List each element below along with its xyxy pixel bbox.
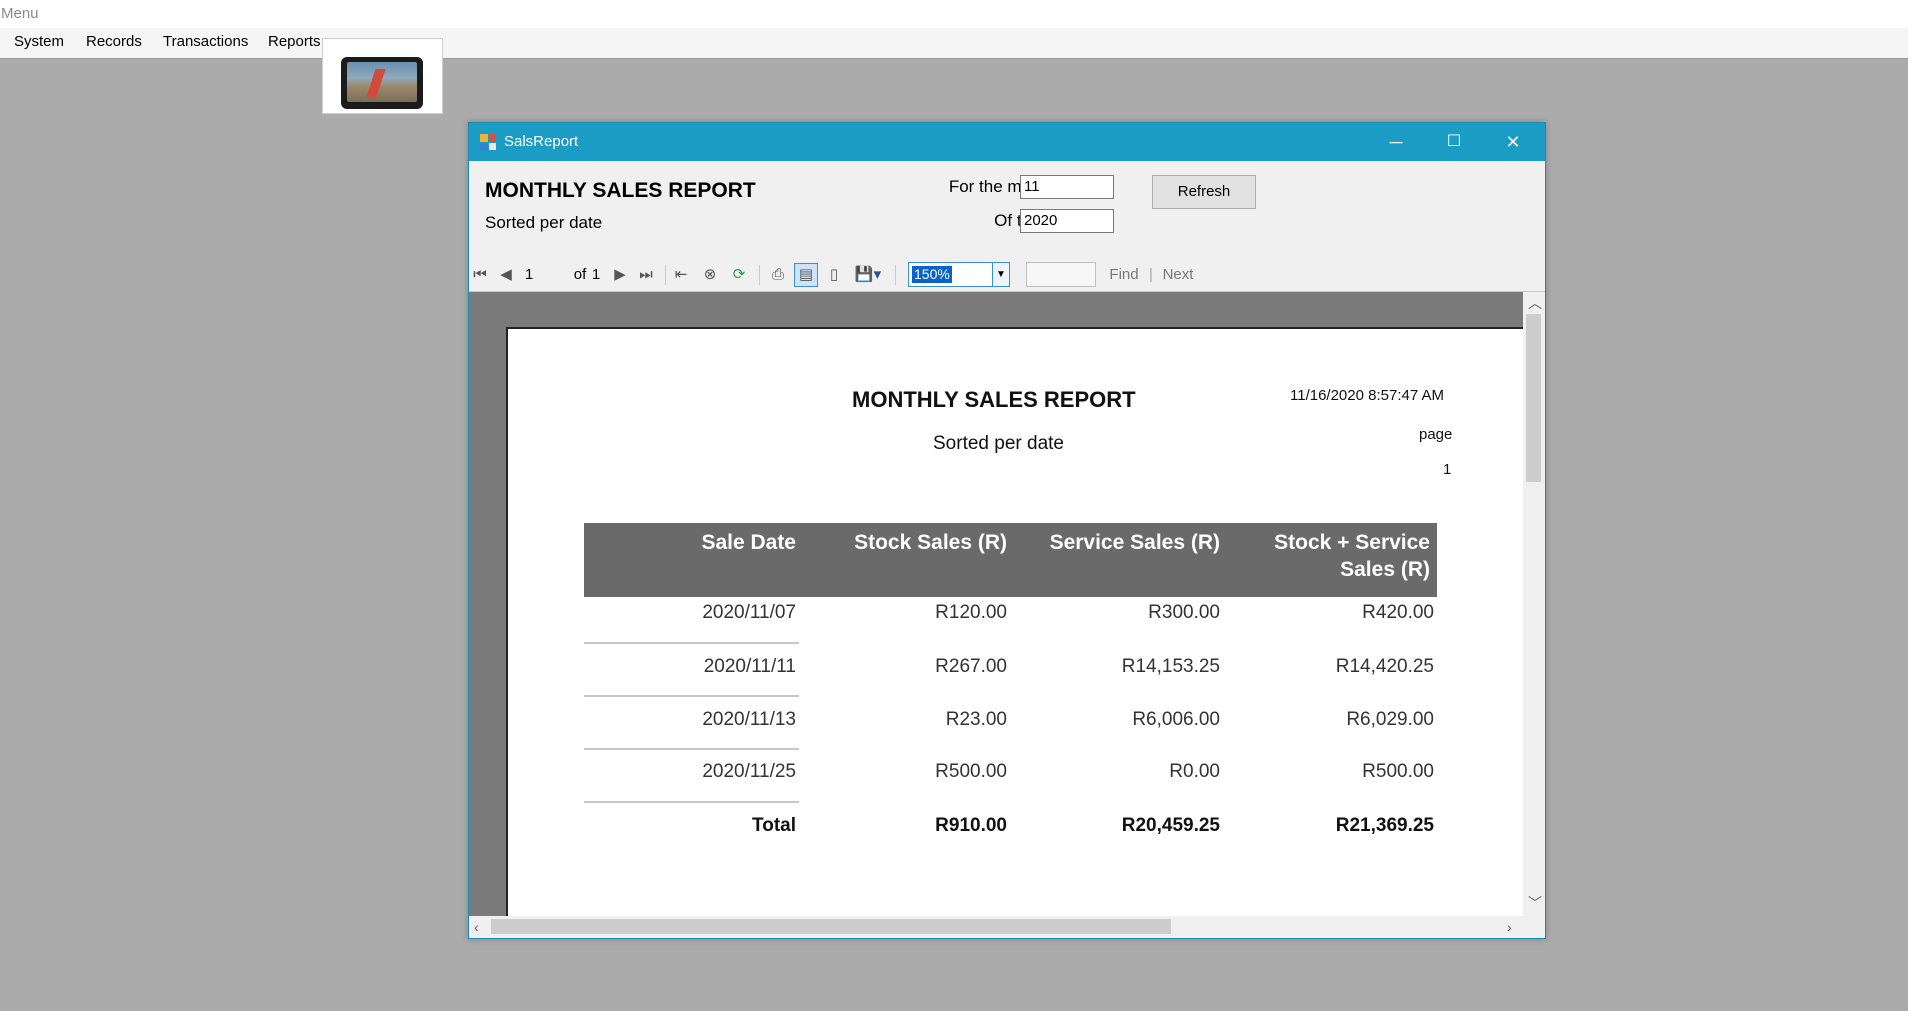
print-icon[interactable]: ⎙ xyxy=(767,263,789,287)
table-cell: 2020/11/25 xyxy=(702,761,796,782)
column-header-stock-sales: Stock Sales (R) xyxy=(854,531,1007,554)
panel-title: MONTHLY SALES REPORT xyxy=(485,179,756,202)
total-service-sales: R20,459.25 xyxy=(1121,815,1220,836)
gps-screen xyxy=(347,62,417,102)
table-cell: R500.00 xyxy=(1362,761,1434,782)
menu-bar: System Records Transactions Reports Navi… xyxy=(0,28,1908,59)
table-cell: R6,006.00 xyxy=(1132,709,1220,730)
panel-subtitle: Sorted per date xyxy=(485,213,603,232)
vertical-scroll-thumb[interactable] xyxy=(1526,314,1541,482)
refresh-button[interactable]: Refresh xyxy=(1152,175,1256,209)
refresh-icon[interactable]: ⟳ xyxy=(729,263,749,287)
zoom-value: 150% xyxy=(912,266,952,283)
page-number-input[interactable]: 1 xyxy=(525,263,555,287)
previous-page-icon[interactable]: ◀ xyxy=(499,263,513,287)
horizontal-scroll-thumb[interactable] xyxy=(491,919,1171,934)
vertical-scrollbar[interactable]: ︿ ﹀ xyxy=(1523,292,1544,916)
column-header-total-sales-line2: Sales (R) xyxy=(1340,558,1430,581)
app-title: Menu xyxy=(1,5,39,22)
report-parameters-panel: MONTHLY SALES REPORT Sorted per date For… xyxy=(469,161,1545,260)
next-page-icon[interactable]: ▶ xyxy=(613,263,627,287)
print-layout-icon[interactable]: ▤ xyxy=(794,263,818,287)
find-input[interactable] xyxy=(1026,262,1096,287)
find-button[interactable]: Find xyxy=(1107,263,1141,287)
column-header-sale-date: Sale Date xyxy=(701,531,796,554)
first-page-icon[interactable]: ⏮ xyxy=(473,263,487,287)
zoom-select[interactable]: 150% ▼ xyxy=(908,262,1010,287)
window-title-bar[interactable]: SalsReport ─ ☐ ✕ xyxy=(469,123,1545,161)
stop-icon[interactable]: ⊗ xyxy=(701,263,719,287)
page-setup-icon[interactable]: ▯ xyxy=(823,263,845,287)
chevron-down-icon[interactable]: ▼ xyxy=(992,263,1009,286)
toolbar-separator xyxy=(895,265,896,285)
last-page-icon[interactable]: ⏭ xyxy=(639,263,653,287)
table-cell: R6,029.00 xyxy=(1346,709,1434,730)
row-divider xyxy=(584,748,799,750)
total-label: Total xyxy=(752,815,796,836)
report-timestamp: 11/16/2020 8:57:47 AM xyxy=(1290,387,1445,404)
table-cell: R420.00 xyxy=(1362,602,1434,623)
page-of-label: of xyxy=(573,266,587,283)
minimize-button[interactable]: ─ xyxy=(1367,123,1425,161)
report-viewer-toolbar: ⏮ ◀ 1 of 1 ▶ ⏭ ⇤ ⊗ ⟳ ⎙ ▤ ▯ 💾▾ 150% ▼ Fin… xyxy=(469,259,1545,292)
page-total-label: 1 xyxy=(591,266,601,283)
page-number: 1 xyxy=(1443,461,1452,478)
menu-system[interactable]: System xyxy=(14,28,64,58)
row-divider xyxy=(584,642,799,644)
table-header: Sale Date Stock Sales (R) Service Sales … xyxy=(584,523,1437,597)
toolbar-separator xyxy=(759,265,760,285)
page-label: page xyxy=(1419,426,1453,443)
table-cell: R0.00 xyxy=(1169,761,1220,782)
report-viewport[interactable]: MONTHLY SALES REPORT Sorted per date 11/… xyxy=(469,292,1523,916)
table-cell: R120.00 xyxy=(935,602,1007,623)
report-page: MONTHLY SALES REPORT Sorted per date 11/… xyxy=(506,327,1523,916)
table-cell: R267.00 xyxy=(935,656,1007,677)
menu-transactions[interactable]: Transactions xyxy=(163,28,248,58)
year-input[interactable] xyxy=(1020,209,1114,233)
close-button[interactable]: ✕ xyxy=(1484,123,1542,161)
table-cell: R23.00 xyxy=(945,709,1007,730)
row-divider xyxy=(584,801,799,803)
total-stock-sales: R910.00 xyxy=(935,815,1007,836)
scroll-left-icon[interactable]: ‹ xyxy=(474,920,479,934)
month-input[interactable] xyxy=(1020,175,1114,199)
sales-report-window: SalsReport ─ ☐ ✕ MONTHLY SALES REPORT So… xyxy=(468,122,1546,939)
column-header-service-sales: Service Sales (R) xyxy=(1049,531,1220,554)
menu-reports[interactable]: Reports xyxy=(268,28,321,58)
scroll-right-icon[interactable]: › xyxy=(1507,920,1512,934)
app-title-bar: Menu xyxy=(0,0,1908,28)
table-cell: 2020/11/07 xyxy=(702,602,796,623)
gps-navigator-icon[interactable] xyxy=(341,57,423,109)
scroll-down-icon[interactable]: ﹀ xyxy=(1528,896,1542,910)
table-cell: R14,420.25 xyxy=(1335,656,1434,677)
table-cell: 2020/11/11 xyxy=(703,656,796,677)
export-icon[interactable]: 💾▾ xyxy=(852,263,884,287)
toolbar-separator xyxy=(665,265,666,285)
table-cell: R500.00 xyxy=(935,761,1007,782)
window-title: SalsReport xyxy=(504,133,579,150)
back-icon[interactable]: ⇤ xyxy=(673,263,689,287)
app-icon xyxy=(480,134,496,150)
row-divider xyxy=(584,695,799,697)
maximize-button[interactable]: ☐ xyxy=(1425,123,1483,161)
column-header-total-sales: Stock + Service xyxy=(1274,531,1430,554)
table-cell: 2020/11/13 xyxy=(702,709,796,730)
table-cell: R14,153.25 xyxy=(1121,656,1220,677)
scroll-up-icon[interactable]: ︿ xyxy=(1528,296,1542,310)
horizontal-scrollbar[interactable]: ‹ › xyxy=(469,916,1523,937)
total-combined-sales: R21,369.25 xyxy=(1335,815,1434,836)
menu-records[interactable]: Records xyxy=(86,28,142,58)
find-separator: | xyxy=(1149,266,1153,283)
table-cell: R300.00 xyxy=(1148,602,1220,623)
report-title: MONTHLY SALES REPORT xyxy=(852,387,1136,412)
report-subtitle: Sorted per date xyxy=(933,433,1064,454)
navigator-dropdown[interactable] xyxy=(322,38,443,114)
find-next-button[interactable]: Next xyxy=(1159,263,1197,287)
